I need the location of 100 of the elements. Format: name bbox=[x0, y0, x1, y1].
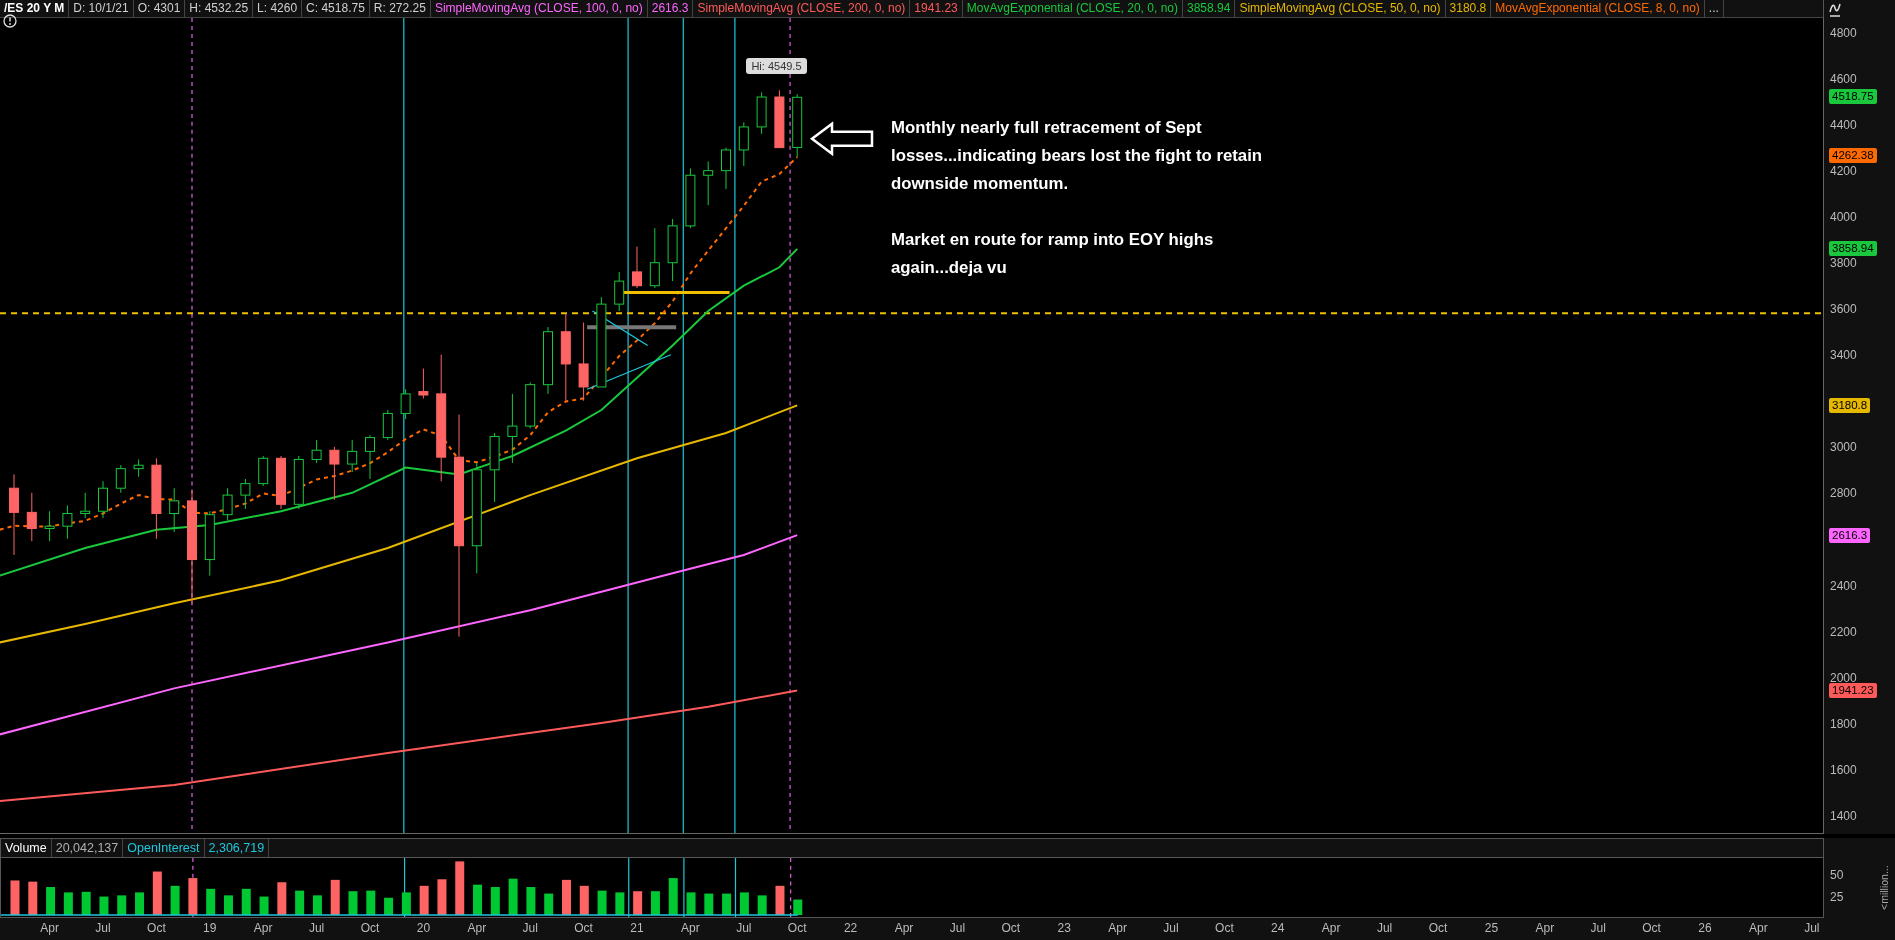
alert-icon[interactable] bbox=[3, 14, 17, 28]
axis-label: Apr bbox=[39, 921, 60, 935]
volume-bar bbox=[473, 884, 483, 916]
candlestick bbox=[738, 121, 749, 167]
axis-label: 3000 bbox=[1830, 439, 1857, 456]
candlestick bbox=[293, 455, 304, 510]
legend-item: OpenInterest bbox=[123, 839, 205, 857]
axis-label: 22 bbox=[842, 921, 859, 935]
axis-label: Jul bbox=[1375, 921, 1394, 935]
volume-bar bbox=[259, 896, 269, 916]
volume-bar bbox=[579, 885, 589, 916]
legend-item: D: 10/1/21 bbox=[69, 0, 134, 17]
axis-label: Apr bbox=[893, 921, 915, 935]
candlestick bbox=[80, 492, 91, 519]
legend-item: 2616.3 bbox=[647, 0, 694, 17]
price-tag: 4518.75 bbox=[1829, 89, 1877, 105]
candlestick bbox=[667, 218, 678, 282]
axis-label: 4000 bbox=[1830, 208, 1857, 225]
volume-bar bbox=[81, 891, 91, 916]
curve-icon[interactable] bbox=[1828, 1, 1842, 17]
candlestick bbox=[62, 504, 73, 540]
volume-bar bbox=[650, 891, 660, 916]
legend-item: 1941.23 bbox=[910, 0, 963, 17]
volume-bar bbox=[419, 885, 429, 916]
axis-label: Jul bbox=[1803, 921, 1821, 935]
axis-label: Apr bbox=[1534, 921, 1556, 935]
price-tag: 4262.38 bbox=[1829, 148, 1877, 164]
annotation-text: Market en route for ramp into EOY highs again...deja vu bbox=[891, 229, 1215, 279]
legend-item: SimpleMovingAvg (CLOSE, 100, 0, no) bbox=[430, 0, 648, 17]
axis-label: Apr bbox=[680, 921, 701, 935]
vertical-line bbox=[683, 857, 685, 918]
trend-line bbox=[591, 310, 649, 347]
volume-bar bbox=[739, 892, 749, 916]
axis-label: 3600 bbox=[1830, 301, 1857, 318]
legend-item: 3858.94 bbox=[1183, 0, 1236, 17]
volume-bar bbox=[135, 892, 144, 916]
axis-label: Jul bbox=[94, 921, 112, 935]
axis-label: Apr bbox=[252, 921, 274, 935]
volume-bar bbox=[401, 892, 411, 916]
legend-item: ... bbox=[1704, 0, 1724, 17]
vertical-line bbox=[628, 857, 630, 918]
volume-bar bbox=[241, 888, 251, 916]
axis-label: 2400 bbox=[1830, 577, 1857, 594]
candlestick bbox=[489, 432, 500, 503]
axis-label: Apr bbox=[466, 921, 488, 935]
candlestick bbox=[614, 271, 625, 312]
candlestick bbox=[204, 510, 215, 577]
candlestick bbox=[792, 93, 803, 158]
axis-label: 21 bbox=[629, 921, 645, 935]
volume-bar bbox=[330, 879, 340, 916]
annotation-text: Monthly nearly full retracement of Sept losses...indicating bears lost the fight to retain downside momentum. bbox=[891, 117, 1264, 195]
axis-label: Oct bbox=[359, 921, 381, 935]
candlestick bbox=[649, 227, 660, 289]
volume-bar bbox=[10, 880, 20, 916]
volume-bar bbox=[793, 899, 803, 916]
volume-bar bbox=[757, 895, 767, 916]
volume-bar bbox=[455, 861, 465, 916]
axis-label: Apr bbox=[1320, 921, 1342, 935]
candlestick bbox=[115, 464, 126, 494]
axis-label: 1800 bbox=[1830, 715, 1857, 732]
volume-bar bbox=[46, 887, 56, 916]
axis-label: 50 bbox=[1830, 868, 1844, 882]
candlestick bbox=[703, 160, 714, 206]
volume-bar bbox=[490, 887, 500, 916]
axis-label: 26 bbox=[1697, 921, 1713, 935]
axis-label: Jul bbox=[521, 921, 539, 935]
legend-item: O: 4301 bbox=[133, 0, 186, 17]
axis-label: 1400 bbox=[1830, 807, 1857, 824]
volume-bar bbox=[366, 890, 376, 916]
axis-label: 20 bbox=[415, 921, 432, 935]
axis-label: 4200 bbox=[1830, 162, 1857, 179]
candlestick bbox=[276, 455, 286, 510]
left-arrow-icon bbox=[809, 121, 874, 157]
dashed-vertical-line bbox=[790, 857, 792, 918]
candlestick bbox=[169, 487, 180, 533]
high-price-label: Hi: 4549.5 bbox=[746, 58, 807, 74]
candlestick bbox=[329, 446, 340, 501]
volume-bar bbox=[437, 879, 447, 916]
volume-bar bbox=[99, 896, 109, 916]
candlestick bbox=[721, 147, 731, 190]
volume-bar bbox=[775, 885, 785, 916]
price-tag: 2616.3 bbox=[1829, 527, 1871, 543]
axis-label: Oct bbox=[1427, 921, 1449, 935]
legend-item: SimpleMovingAvg (CLOSE, 200, 0, no) bbox=[693, 0, 911, 17]
volume-bar bbox=[615, 892, 625, 916]
candlestick bbox=[507, 393, 518, 464]
volume-bar bbox=[526, 887, 536, 916]
candlestick bbox=[525, 381, 536, 429]
volume-bar bbox=[277, 882, 287, 916]
axis-label: Oct bbox=[1214, 921, 1235, 935]
volume-bar bbox=[170, 885, 180, 916]
axis-label: 24 bbox=[1270, 921, 1286, 935]
unit-label: <million... bbox=[1877, 864, 1891, 913]
axis-label: Jul bbox=[948, 921, 967, 935]
volume-bar bbox=[224, 895, 233, 916]
axis-label: 25 bbox=[1483, 921, 1500, 935]
candlestick bbox=[44, 510, 55, 542]
axis-label: Oct bbox=[786, 921, 808, 935]
volume-bar bbox=[348, 891, 358, 916]
axis-label: Apr bbox=[1107, 921, 1128, 935]
